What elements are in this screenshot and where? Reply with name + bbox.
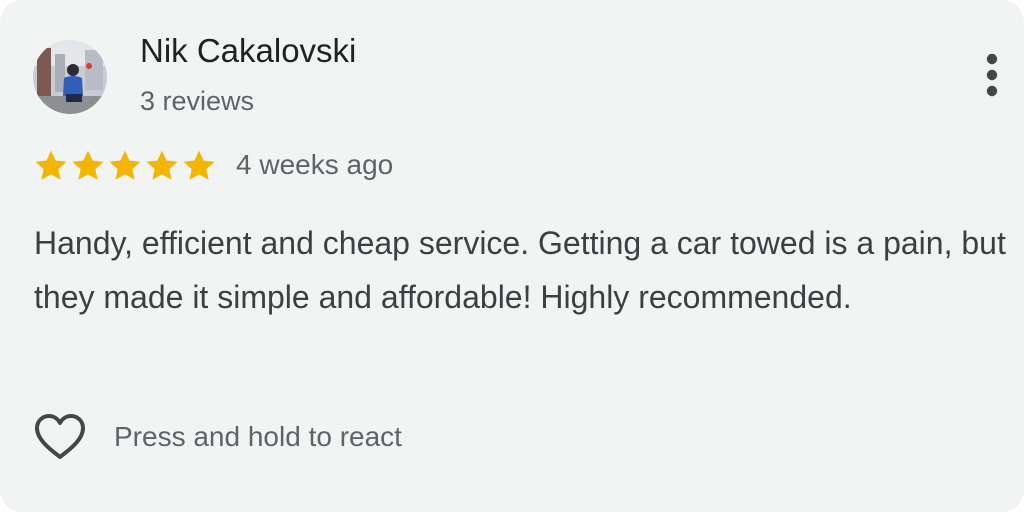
review-date: 4 weeks ago [236,149,394,180]
review-count[interactable]: 3 reviews [140,86,254,117]
user-photo-icon [33,40,107,114]
react-label: Press and hold to react [114,421,402,452]
more-vertical-icon [986,53,998,97]
star-rating [33,148,217,184]
heart-outline-icon [33,412,87,462]
more-options-button[interactable] [972,48,1012,104]
react-button[interactable]: Press and hold to react [33,412,402,462]
review-text: Handy, efficient and cheap service. Gett… [34,225,1006,315]
star-icon [144,148,180,184]
reviewer-name[interactable]: Nik Cakalovski [140,32,356,70]
star-icon [33,148,69,184]
review-card: Nik Cakalovski 3 reviews 4 weeks ago Han… [0,0,1024,512]
star-icon [107,148,143,184]
star-icon [181,148,217,184]
avatar[interactable] [33,40,107,114]
star-icon [70,148,106,184]
